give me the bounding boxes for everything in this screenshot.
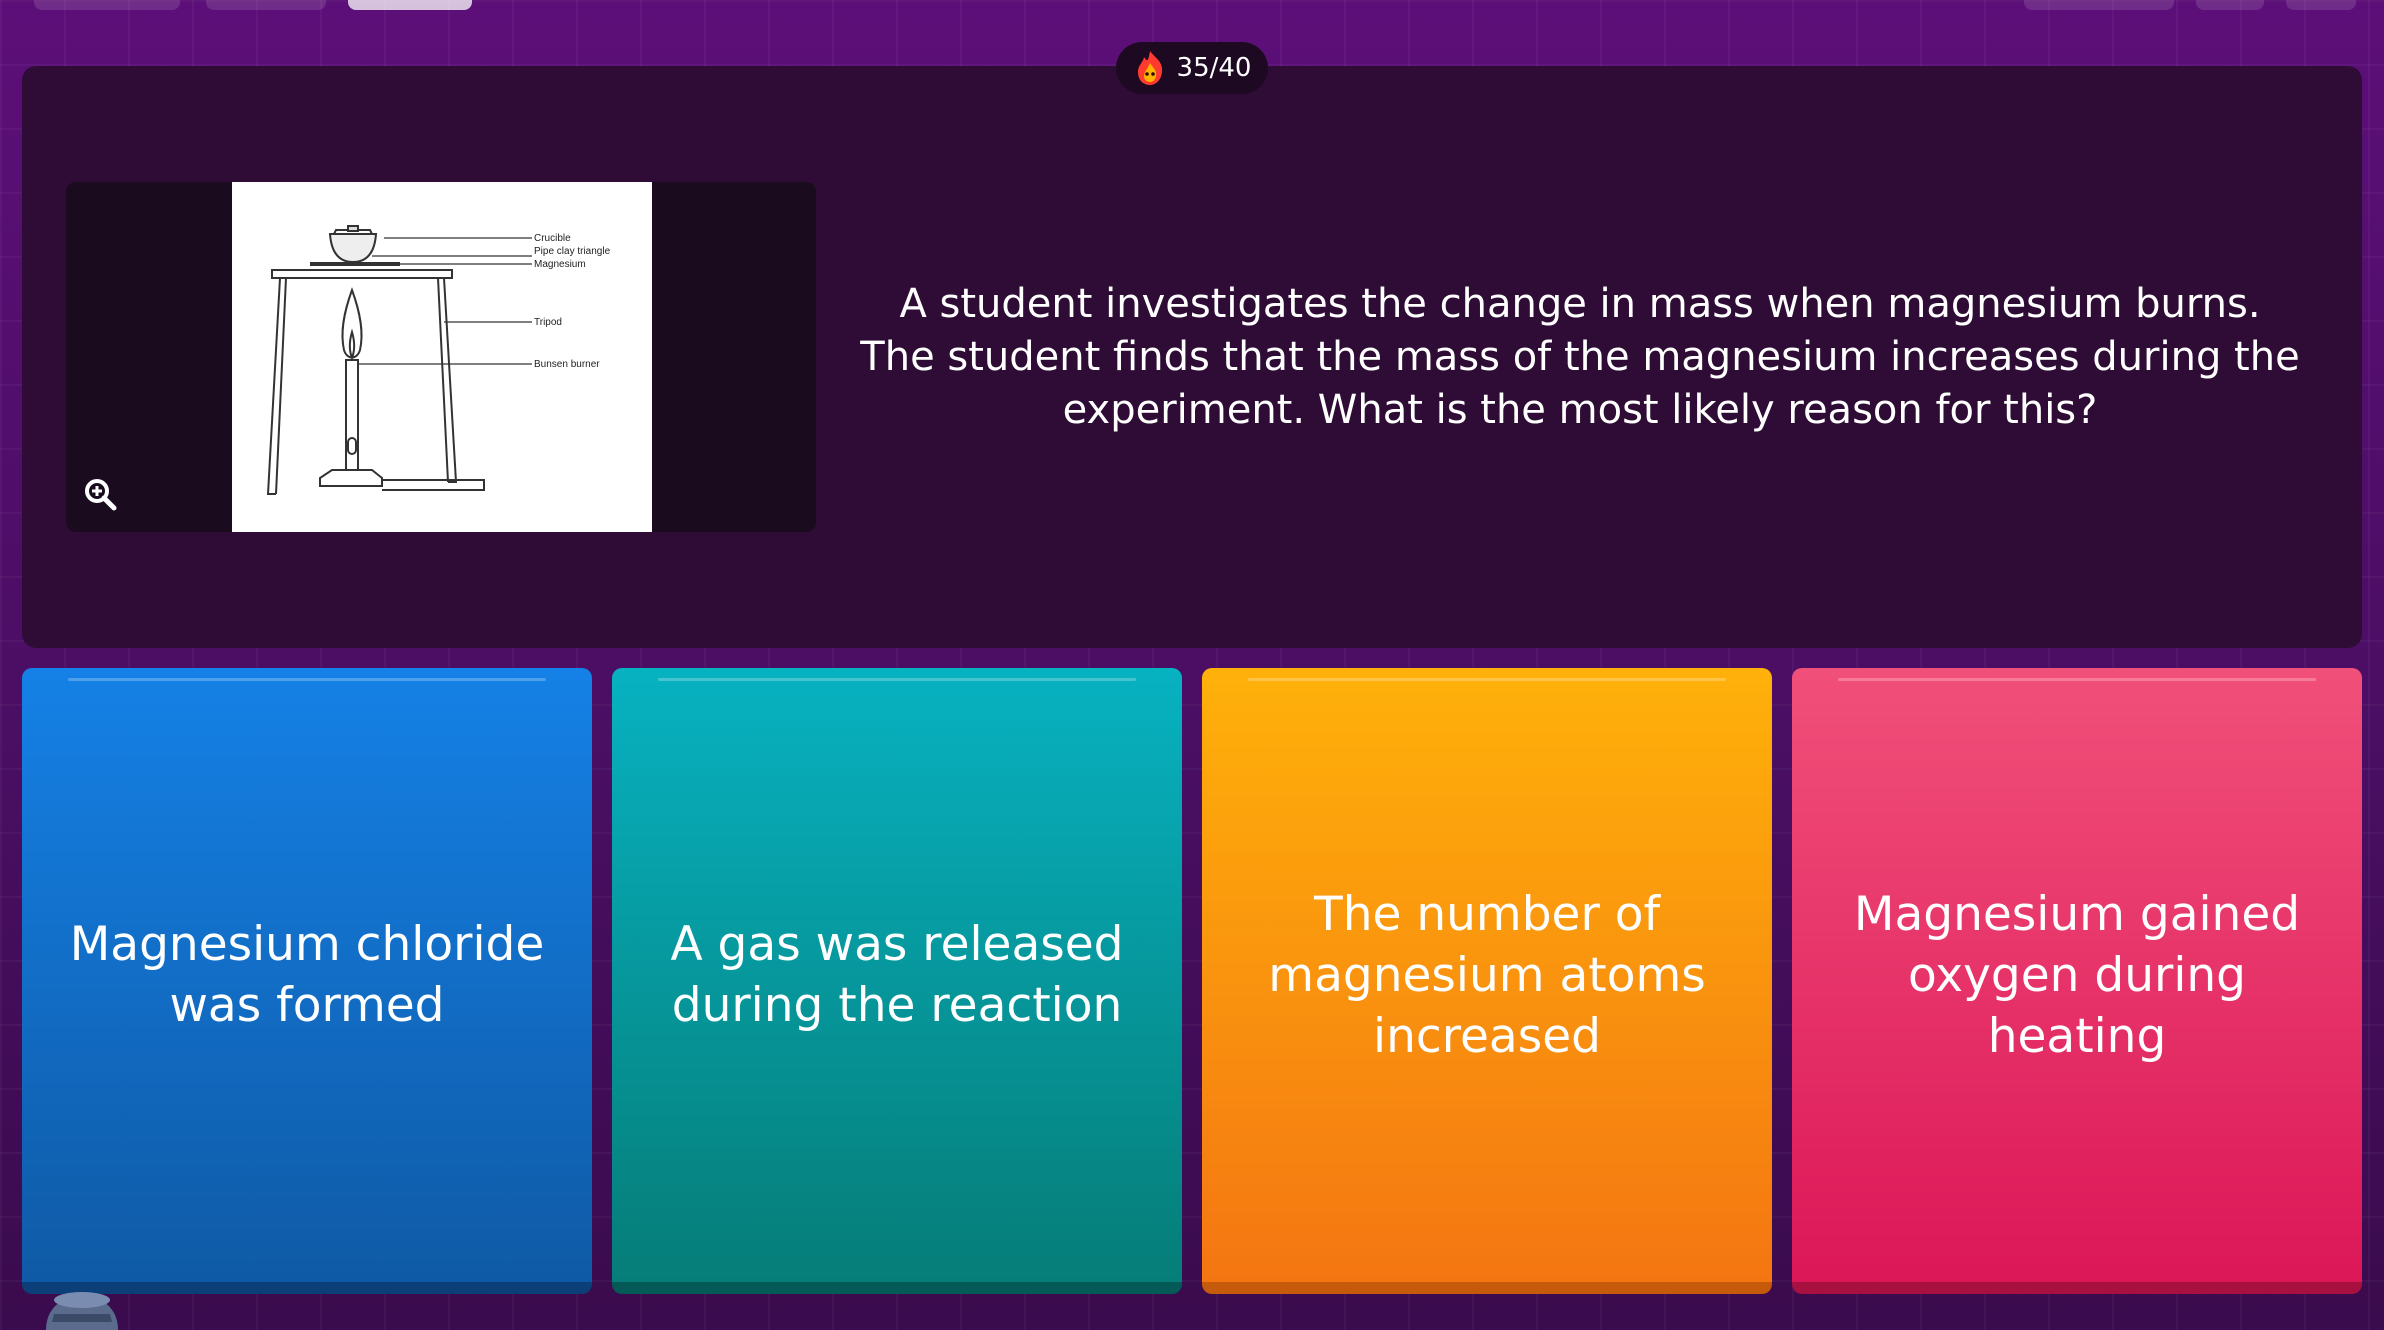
diagram-svg: Crucible Pipe clay triangle Magnesium Tr…	[266, 225, 611, 495]
progress-segment-current	[348, 0, 472, 10]
progress-segment	[2024, 0, 2174, 10]
player-avatar-icon	[32, 1284, 128, 1330]
answer-option-2[interactable]: A gas was released during the reaction	[612, 668, 1182, 1294]
fire-mascot-icon	[1137, 51, 1162, 85]
diagram-label-triangle: Pipe clay triangle	[534, 246, 611, 257]
answer-label: The number of magnesium atoms increased	[1268, 886, 1706, 1064]
diagram-label-burner: Bunsen burner	[534, 359, 600, 370]
progress-segment	[2286, 0, 2356, 10]
diagram-label-crucible: Crucible	[534, 233, 571, 244]
answer-label: Magnesium chloride was formed	[69, 917, 545, 1033]
answer-option-3[interactable]: The number of magnesium atoms increased	[1202, 668, 1772, 1294]
answer-label: Magnesium gained oxygen during heating	[1853, 886, 2301, 1064]
answer-label: A gas was released during the reaction	[670, 917, 1124, 1033]
diagram-label-tripod: Tripod	[534, 317, 562, 328]
progress-segment	[206, 0, 326, 10]
answer-option-1[interactable]: Magnesium chloride was formed	[22, 668, 592, 1294]
diagram-label-magnesium: Magnesium	[534, 259, 586, 270]
answer-option-4[interactable]: Magnesium gained oxygen during heating	[1792, 668, 2362, 1294]
progress-segment	[2196, 0, 2264, 10]
question-counter: 35/40	[1116, 42, 1268, 94]
progress-segment	[34, 0, 180, 10]
counter-text: 35/40	[1176, 53, 1252, 83]
zoom-in-icon[interactable]	[82, 476, 118, 512]
apparatus-diagram: Crucible Pipe clay triangle Magnesium Tr…	[232, 182, 652, 532]
question-text: A student investigates the change in mas…	[860, 281, 2300, 433]
